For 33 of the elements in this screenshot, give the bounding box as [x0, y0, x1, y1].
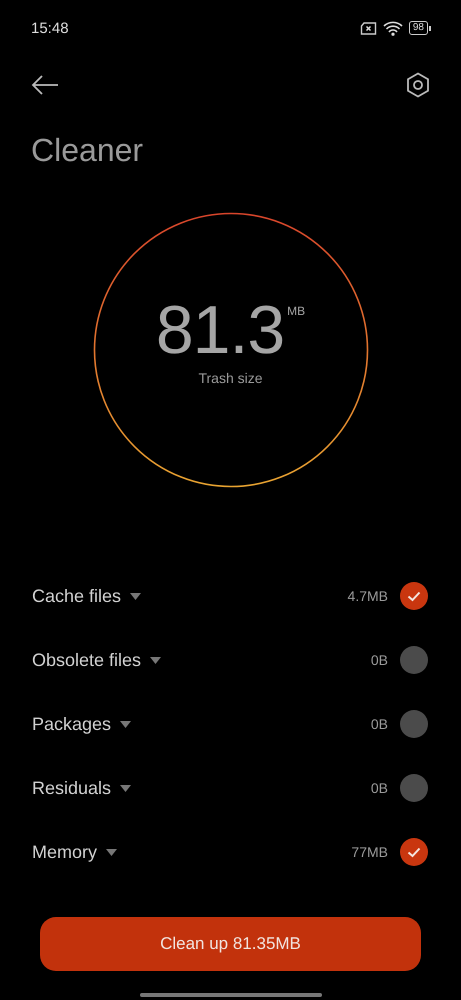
clock-time: 15:48: [31, 20, 70, 36]
caret-icon[interactable]: [120, 720, 132, 728]
caret-icon[interactable]: [106, 848, 118, 856]
check-icon: [407, 590, 421, 602]
sim-card-icon: [360, 22, 377, 34]
page-title: Cleaner: [31, 131, 144, 170]
category-label[interactable]: Obsolete files: [32, 650, 142, 670]
battery-icon: 98: [408, 21, 431, 35]
wifi-icon: [382, 20, 403, 36]
category-label[interactable]: Residuals: [32, 778, 112, 798]
category-label[interactable]: Cache files: [32, 586, 122, 606]
category-label[interactable]: Memory: [32, 842, 98, 862]
checkbox[interactable]: [400, 710, 428, 738]
trash-size-value: 81.3: [156, 294, 284, 366]
checkbox[interactable]: [400, 582, 428, 610]
check-icon: [407, 846, 421, 858]
caret-icon[interactable]: [150, 656, 162, 664]
caret-icon[interactable]: [120, 784, 132, 792]
category-size: 4.7MB: [348, 588, 388, 604]
category-size: 77MB: [351, 844, 388, 860]
checkbox[interactable]: [400, 774, 428, 802]
category-size: 0B: [370, 780, 388, 796]
back-arrow-icon[interactable]: [31, 75, 59, 95]
caret-icon[interactable]: [130, 592, 142, 600]
checkbox[interactable]: [400, 838, 428, 866]
category-label[interactable]: Packages: [32, 714, 112, 734]
category-size: 0B: [370, 652, 388, 668]
gauge-caption: Trash size: [198, 370, 263, 386]
category-size: 0B: [370, 716, 388, 732]
size-unit: MB: [287, 304, 306, 318]
checkbox[interactable]: [400, 646, 428, 674]
clean-up-button[interactable]: Clean up 81.35MB: [40, 917, 421, 971]
settings-icon[interactable]: [406, 72, 430, 98]
